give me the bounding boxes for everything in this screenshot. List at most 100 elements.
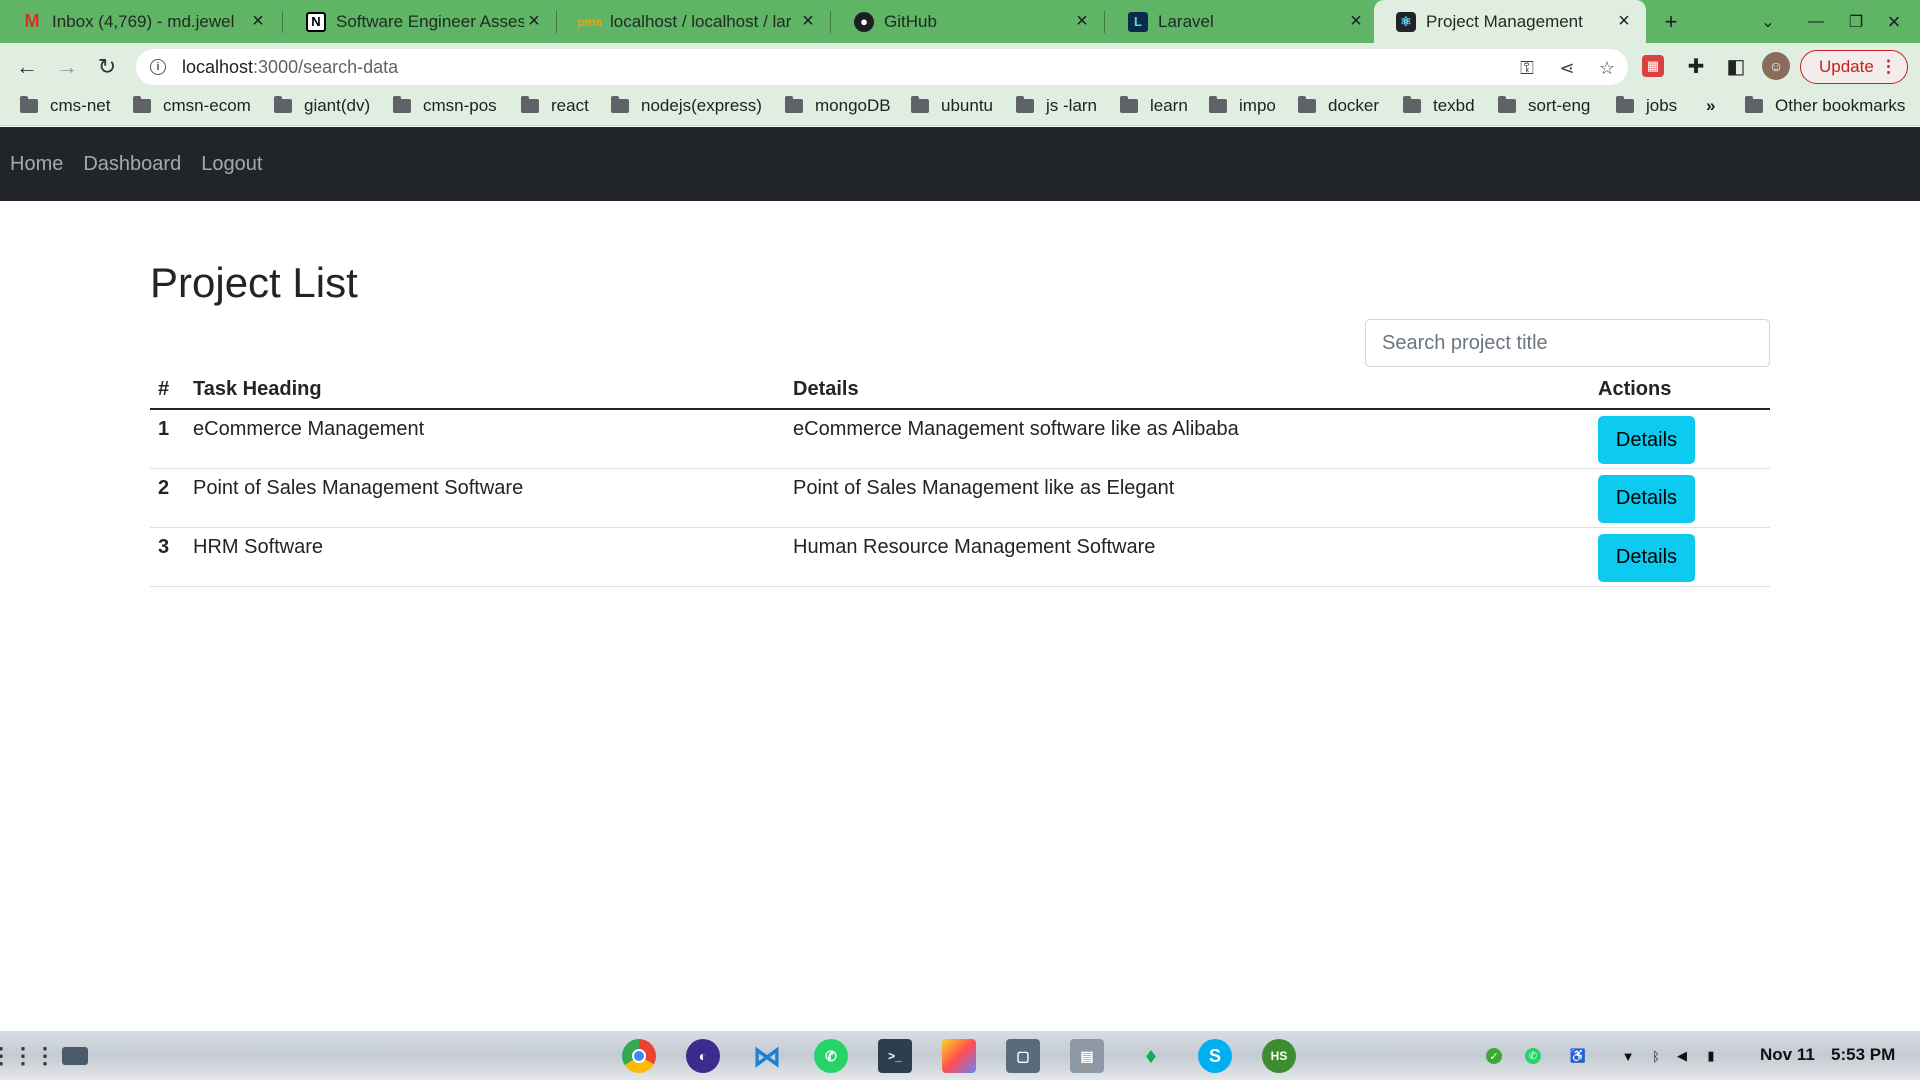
new-tab-button[interactable]: +	[1655, 6, 1687, 38]
bookmark-folder[interactable]: react	[521, 96, 589, 116]
puzzle-icon[interactable]: ✚	[1682, 52, 1710, 80]
whatsapp-icon[interactable]: ✆	[814, 1039, 848, 1073]
bookmark-folder[interactable]: cms-net	[20, 96, 110, 116]
bookmarks-overflow-button[interactable]: »	[1706, 96, 1715, 116]
folder-icon	[911, 96, 929, 113]
bookmark-folder[interactable]: learn	[1120, 96, 1188, 116]
files-icon[interactable]: ▤	[1070, 1039, 1104, 1073]
bookmark-folder[interactable]: texbd	[1403, 96, 1475, 116]
folder-icon	[785, 96, 803, 113]
close-icon[interactable]: ×	[1346, 10, 1366, 33]
extension-icon[interactable]: ▦	[1642, 55, 1664, 77]
folder-icon	[133, 96, 151, 113]
tor-icon[interactable]: ◐	[686, 1039, 720, 1073]
time-text[interactable]: 5:53 PM	[1831, 1045, 1895, 1065]
close-icon[interactable]: ×	[1072, 10, 1092, 33]
details-button[interactable]: Details	[1598, 416, 1695, 464]
tab-title: Inbox (4,769) - md.jewel	[52, 11, 235, 31]
bookmark-folder[interactable]: cmsn-pos	[393, 96, 497, 116]
info-icon[interactable]: i	[150, 59, 166, 75]
bookmark-folder[interactable]: js -larn	[1016, 96, 1097, 116]
bookmarks-bar: cms-net cmsn-ecom giant(dv) cmsn-pos rea…	[0, 90, 1920, 126]
security-tray-icon[interactable]: ✓	[1486, 1048, 1502, 1064]
row-number: 1	[150, 409, 185, 469]
minimize-button[interactable]: —	[1800, 6, 1832, 38]
tab-title: Software Engineer Asses	[336, 11, 524, 31]
battery-icon[interactable]: ▮	[1703, 1048, 1719, 1064]
date-text[interactable]: Nov 11	[1760, 1045, 1815, 1065]
bookmark-folder[interactable]: jobs	[1616, 96, 1677, 116]
close-icon[interactable]: ×	[524, 10, 544, 33]
close-icon[interactable]: ×	[798, 10, 818, 33]
tab-title: Project Management	[1426, 11, 1583, 31]
share-icon[interactable]: ⋖	[1556, 57, 1578, 79]
screenshot-icon[interactable]: ▢	[1006, 1039, 1040, 1073]
skype-icon[interactable]: S	[1198, 1039, 1232, 1073]
bookmark-folder[interactable]: ubuntu	[911, 96, 993, 116]
launcher-icon[interactable]: ⋮⋮⋮	[0, 1039, 56, 1073]
search-input[interactable]	[1365, 319, 1770, 367]
tab-github[interactable]: ● GitHub ×	[832, 0, 1104, 43]
menu-dots-icon: ⋮	[1880, 57, 1897, 76]
key-icon[interactable]: ⚿	[1516, 57, 1538, 79]
forward-button[interactable]: →	[51, 51, 83, 83]
chrome-icon[interactable]	[622, 1039, 656, 1073]
tab-phpmyadmin[interactable]: pma localhost / localhost / lar ×	[558, 0, 830, 43]
details-button[interactable]: Details	[1598, 533, 1695, 582]
row-actions: Details	[1590, 409, 1770, 469]
row-details: Human Resource Management Software	[785, 527, 1590, 587]
terminal-icon[interactable]: >_	[878, 1039, 912, 1073]
overview-icon[interactable]	[58, 1039, 92, 1073]
tab-search-button[interactable]: ⌄	[1752, 6, 1784, 38]
reload-button[interactable]: ↻	[91, 51, 123, 83]
bookmark-folder[interactable]: mongoDB	[785, 96, 891, 116]
close-icon[interactable]: ×	[248, 10, 268, 33]
tab-laravel[interactable]: L Laravel ×	[1106, 0, 1378, 43]
url-text[interactable]: localhost:3000/search-data	[182, 57, 398, 78]
restore-button[interactable]: ❐	[1840, 6, 1872, 38]
notion-icon: N	[306, 11, 326, 32]
folder-icon	[1403, 96, 1421, 113]
drawing-icon[interactable]	[942, 1039, 976, 1073]
wifi-icon[interactable]: ▼	[1620, 1048, 1636, 1064]
whatsapp-tray-icon[interactable]: ✆	[1525, 1048, 1541, 1064]
side-panel-icon[interactable]: ◧	[1722, 52, 1750, 80]
tab-notion[interactable]: N Software Engineer Asses ×	[284, 0, 556, 43]
tab-divider	[830, 11, 831, 33]
phpmyadmin-icon: pma	[577, 14, 603, 29]
table-row: 2 Point of Sales Management Software Poi…	[150, 468, 1770, 528]
close-window-button[interactable]: ×	[1878, 6, 1910, 38]
nav-home-link[interactable]: Home	[10, 153, 63, 176]
address-bar[interactable]: i localhost:3000/search-data ⚿ ⋖ ☆	[136, 49, 1628, 85]
bookmark-folder[interactable]: nodejs(express)	[611, 96, 762, 116]
tab-project-management[interactable]: ⚛ Project Management ×	[1374, 0, 1646, 43]
update-button[interactable]: Update ⋮	[1800, 50, 1908, 84]
close-icon[interactable]: ×	[1614, 10, 1634, 33]
nav-logout-link[interactable]: Logout	[201, 153, 262, 176]
other-bookmarks[interactable]: Other bookmarks	[1745, 96, 1905, 116]
tab-gmail[interactable]: M Inbox (4,769) - md.jewel ×	[0, 0, 280, 43]
details-button[interactable]: Details	[1598, 474, 1695, 523]
bookmark-folder[interactable]: impo	[1209, 96, 1276, 116]
tab-title: GitHub	[884, 11, 937, 31]
taskbar: ⋮⋮⋮ ◐ ⋈ ✆ >_ ▢ ▤ ♦ S HS ✓ ✆ ♿ ▼ ᛒ ◀ ▮ No…	[0, 1031, 1920, 1080]
volume-icon[interactable]: ◀	[1674, 1048, 1690, 1064]
avatar[interactable]: ☺	[1762, 52, 1790, 80]
bookmark-folder[interactable]: cmsn-ecom	[133, 96, 251, 116]
accessibility-icon[interactable]: ♿	[1570, 1048, 1586, 1064]
bookmark-folder[interactable]: giant(dv)	[274, 96, 370, 116]
vscode-icon[interactable]: ⋈	[750, 1039, 784, 1073]
hs-icon[interactable]: HS	[1262, 1039, 1296, 1073]
bluetooth-icon[interactable]: ᛒ	[1648, 1048, 1664, 1064]
nav-dashboard-link[interactable]: Dashboard	[83, 153, 181, 176]
row-task-heading: HRM Software	[185, 527, 785, 587]
folder-icon	[1498, 96, 1516, 113]
row-actions: Details	[1590, 527, 1770, 587]
tab-title: localhost / localhost / lar	[610, 11, 792, 31]
react-icon: ⚛	[1396, 11, 1416, 32]
back-button[interactable]: ←	[11, 51, 43, 83]
bookmark-folder[interactable]: docker	[1298, 96, 1379, 116]
bookmark-star-icon[interactable]: ☆	[1596, 57, 1618, 79]
bookmark-folder[interactable]: sort-eng	[1498, 96, 1590, 116]
mongodb-compass-icon[interactable]: ♦	[1134, 1039, 1168, 1073]
